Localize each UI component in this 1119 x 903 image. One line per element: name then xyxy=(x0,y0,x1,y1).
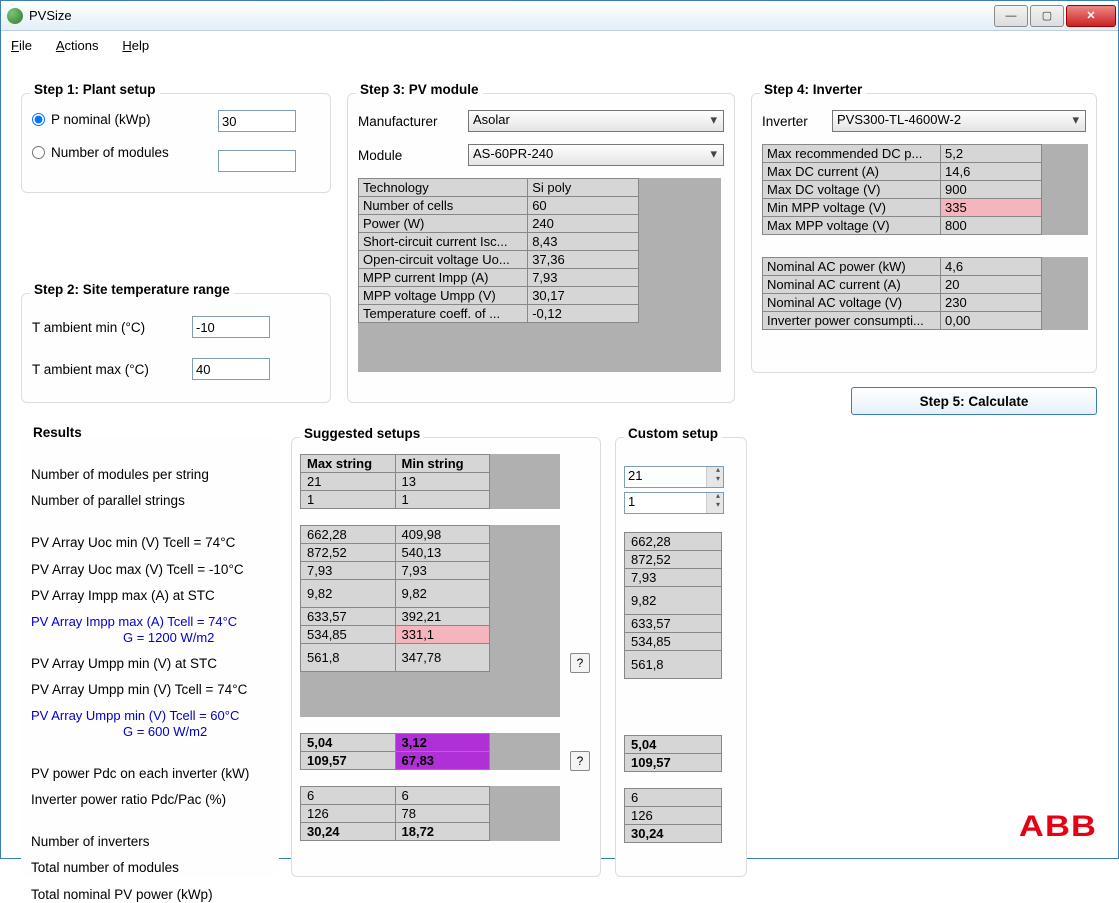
res-label: Total nominal PV power (kWp) xyxy=(31,887,269,903)
window-title: PVSize xyxy=(29,8,994,23)
suggested-title: Suggested setups xyxy=(300,426,424,441)
nmodules-label: Number of modules xyxy=(51,145,169,160)
custom-spin-2[interactable]: 1 xyxy=(624,492,724,514)
res-label: PV Array Umpp min (V) at STC xyxy=(31,656,269,672)
module-select[interactable]: AS-60PR-240 xyxy=(468,144,724,166)
custom-title: Custom setup xyxy=(624,426,722,441)
help-button-2[interactable]: ? xyxy=(570,751,590,771)
nmodules-input[interactable] xyxy=(218,150,296,172)
step1-title: Step 1: Plant setup xyxy=(30,82,160,97)
res-label: Total number of modules xyxy=(31,860,269,876)
help-button-1[interactable]: ? xyxy=(570,653,590,673)
custom-table-g4: 6 126 30,24 xyxy=(624,788,722,843)
res-label: PV Array Umpp min (V) Tcell = 74°C xyxy=(31,682,269,698)
calculate-button[interactable]: Step 5: Calculate xyxy=(851,387,1097,415)
menu-actions[interactable]: Actions xyxy=(56,38,99,53)
res-label: PV Array Impp max (A) at STC xyxy=(31,588,269,604)
res-label: Inverter power ratio Pdc/Pac (%) xyxy=(31,792,269,808)
abb-logo: ABB xyxy=(1019,810,1097,844)
custom-table-g2: 662,28 872,52 7,93 9,82 633,57 534,85 56… xyxy=(624,532,722,679)
tmax-label: T ambient max (°C) xyxy=(32,362,182,377)
results-group: Results Number of modules per string Num… xyxy=(21,437,279,877)
tmin-input[interactable] xyxy=(192,316,270,338)
module-props-table: TechnologySi poly Number of cells60 Powe… xyxy=(358,178,639,323)
res-label: PV Array Uoc max (V) Tcell = -10°C xyxy=(31,562,269,578)
inverter-label: Inverter xyxy=(762,114,832,129)
step3-group: Step 3: PV module Manufacturer Asolar Mo… xyxy=(347,93,735,403)
titlebar: PVSize — ▢ ✕ xyxy=(1,1,1118,31)
res-label: PV Array Umpp min (V) Tcell = 60°CG = 60… xyxy=(31,708,269,740)
menu-help[interactable]: Help xyxy=(122,38,149,53)
suggested-table-g2: 662,28409,98 872,52540,13 7,937,93 9,829… xyxy=(300,525,490,672)
minimize-button[interactable]: — xyxy=(994,5,1028,27)
res-label: PV power Pdc on each inverter (kW) xyxy=(31,766,269,782)
manufacturer-label: Manufacturer xyxy=(358,114,468,129)
pnominal-input[interactable] xyxy=(218,110,296,132)
custom-table-g3: 5,04 109,57 xyxy=(624,735,722,772)
manufacturer-select[interactable]: Asolar xyxy=(468,110,724,132)
step4-title: Step 4: Inverter xyxy=(760,82,866,97)
step2-group: Step 2: Site temperature range T ambient… xyxy=(21,293,331,403)
res-label: Number of modules per string xyxy=(31,467,269,483)
suggested-table-g3: 5,043,12 109,5767,83 xyxy=(300,733,490,770)
res-label: Number of inverters xyxy=(31,834,269,850)
res-label: PV Array Uoc min (V) Tcell = 74°C xyxy=(31,535,269,551)
inverter-ac-table: Nominal AC power (kW)4,6 Nominal AC curr… xyxy=(762,257,1042,330)
tmin-label: T ambient min (°C) xyxy=(32,320,182,335)
module-label: Module xyxy=(358,148,468,163)
maximize-button[interactable]: ▢ xyxy=(1030,5,1064,27)
step1-group: Step 1: Plant setup P nominal (kWp) Numb… xyxy=(21,93,331,193)
inverter-dc-table: Max recommended DC p...5,2 Max DC curren… xyxy=(762,144,1042,235)
pnominal-label: P nominal (kWp) xyxy=(51,112,151,127)
radio-nmodules[interactable] xyxy=(32,146,45,159)
suggested-table-g1: Max stringMin string 2113 11 xyxy=(300,454,490,509)
inverter-select[interactable]: PVS300-TL-4600W-2 xyxy=(832,110,1086,132)
suggested-group: Suggested setups Max stringMin string 21… xyxy=(291,437,601,877)
results-title: Results xyxy=(29,425,86,440)
tmax-input[interactable] xyxy=(192,358,270,380)
res-label: PV Array Impp max (A) Tcell = 74°CG = 12… xyxy=(31,614,269,646)
custom-group: Custom setup 21 1 662,28 872,52 7,93 9,8… xyxy=(615,437,747,877)
suggested-table-g4: 66 12678 30,2418,72 xyxy=(300,786,490,841)
step2-title: Step 2: Site temperature range xyxy=(30,282,234,297)
close-button[interactable]: ✕ xyxy=(1066,5,1116,27)
step3-title: Step 3: PV module xyxy=(356,82,483,97)
step4-group: Step 4: Inverter Inverter PVS300-TL-4600… xyxy=(751,93,1097,373)
menubar: File Actions Help xyxy=(1,31,1118,61)
res-label: Number of parallel strings xyxy=(31,493,269,509)
custom-spin-1[interactable]: 21 xyxy=(624,466,724,488)
radio-pnominal[interactable] xyxy=(32,113,45,126)
menu-file[interactable]: File xyxy=(11,38,32,53)
app-icon xyxy=(7,8,23,24)
